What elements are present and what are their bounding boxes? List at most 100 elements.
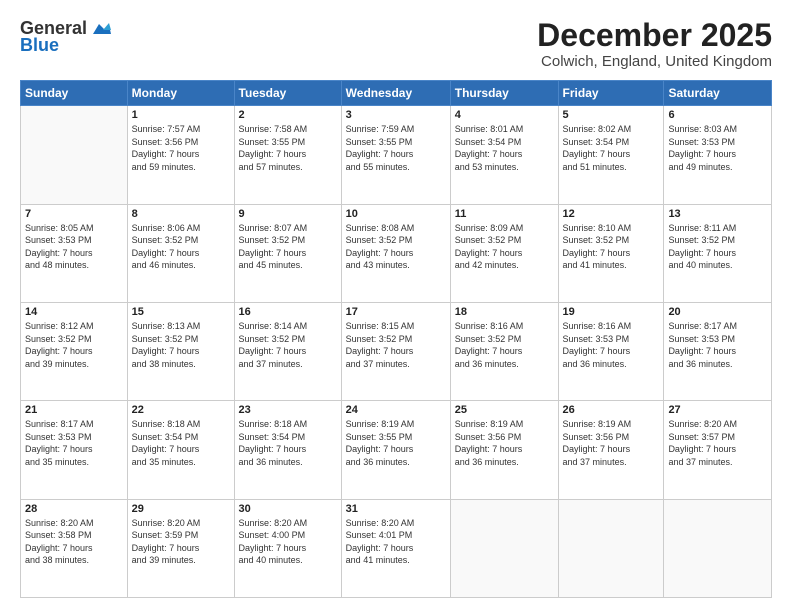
day-cell: 31 Sunrise: 8:20 AM Sunset: 4:01 PM Dayli… bbox=[341, 499, 450, 597]
day-cell: 3 Sunrise: 7:59 AM Sunset: 3:55 PM Daylig… bbox=[341, 106, 450, 204]
day-info: Sunrise: 8:03 AM Sunset: 3:53 PM Dayligh… bbox=[668, 123, 767, 173]
day-cell: 25Sunrise: 8:19 AM Sunset: 3:56 PM Dayli… bbox=[450, 401, 558, 499]
day-cell: 12 Sunrise: 8:10 AM Sunset: 3:52 PM Dayli… bbox=[558, 204, 664, 302]
day-info: Sunrise: 8:02 AM Sunset: 3:54 PM Dayligh… bbox=[563, 123, 660, 173]
day-cell bbox=[664, 499, 772, 597]
day-number: 16 bbox=[239, 306, 337, 318]
day-cell: 18 Sunrise: 8:16 AM Sunset: 3:52 PM Dayli… bbox=[450, 302, 558, 400]
day-info: Sunrise: 8:08 AM Sunset: 3:52 PM Dayligh… bbox=[346, 222, 446, 272]
calendar-table: SundayMondayTuesdayWednesdayThursdayFrid… bbox=[20, 80, 772, 598]
day-info: Sunrise: 8:14 AM Sunset: 3:52 PM Dayligh… bbox=[239, 320, 337, 370]
week-row-1: 7 Sunrise: 8:05 AM Sunset: 3:53 PM Daylig… bbox=[21, 204, 772, 302]
day-info: Sunrise: 8:05 AM Sunset: 3:53 PM Dayligh… bbox=[25, 222, 123, 272]
logo-icon bbox=[89, 20, 111, 38]
col-header-wednesday: Wednesday bbox=[341, 81, 450, 106]
day-number: 12 bbox=[563, 208, 660, 220]
col-header-thursday: Thursday bbox=[450, 81, 558, 106]
day-number: 20 bbox=[668, 306, 767, 318]
day-info: Sunrise: 8:20 AM Sunset: 3:58 PM Dayligh… bbox=[25, 517, 123, 567]
day-info: Sunrise: 8:19 AM Sunset: 3:56 PM Dayligh… bbox=[563, 418, 660, 468]
day-cell: 15 Sunrise: 8:13 AM Sunset: 3:52 PM Dayli… bbox=[127, 302, 234, 400]
day-cell: 24 Sunrise: 8:19 AM Sunset: 3:55 PM Dayli… bbox=[341, 401, 450, 499]
day-cell: 23 Sunrise: 8:18 AM Sunset: 3:54 PM Dayli… bbox=[234, 401, 341, 499]
week-row-2: 14 Sunrise: 8:12 AM Sunset: 3:52 PM Dayli… bbox=[21, 302, 772, 400]
col-header-monday: Monday bbox=[127, 81, 234, 106]
day-info: Sunrise: 8:20 AM Sunset: 4:00 PM Dayligh… bbox=[239, 517, 337, 567]
day-cell: 17Sunrise: 8:15 AM Sunset: 3:52 PM Dayli… bbox=[341, 302, 450, 400]
day-number: 21 bbox=[25, 404, 123, 416]
day-info: Sunrise: 8:16 AM Sunset: 3:52 PM Dayligh… bbox=[455, 320, 554, 370]
day-number: 27 bbox=[668, 404, 767, 416]
day-number: 23 bbox=[239, 404, 337, 416]
day-number: 3 bbox=[346, 109, 446, 121]
day-number: 25 bbox=[455, 404, 554, 416]
col-header-sunday: Sunday bbox=[21, 81, 128, 106]
day-cell: 8 Sunrise: 8:06 AM Sunset: 3:52 PM Daylig… bbox=[127, 204, 234, 302]
title-block: December 2025 Colwich, England, United K… bbox=[537, 18, 772, 70]
day-info: Sunrise: 8:20 AM Sunset: 3:57 PM Dayligh… bbox=[668, 418, 767, 468]
day-cell: 22Sunrise: 8:18 AM Sunset: 3:54 PM Dayli… bbox=[127, 401, 234, 499]
day-number: 4 bbox=[455, 109, 554, 121]
day-info: Sunrise: 8:16 AM Sunset: 3:53 PM Dayligh… bbox=[563, 320, 660, 370]
day-info: Sunrise: 7:59 AM Sunset: 3:55 PM Dayligh… bbox=[346, 123, 446, 173]
day-number: 26 bbox=[563, 404, 660, 416]
day-cell bbox=[450, 499, 558, 597]
day-number: 14 bbox=[25, 306, 123, 318]
day-number: 10 bbox=[346, 208, 446, 220]
day-cell: 26 Sunrise: 8:19 AM Sunset: 3:56 PM Dayli… bbox=[558, 401, 664, 499]
day-info: Sunrise: 8:12 AM Sunset: 3:52 PM Dayligh… bbox=[25, 320, 123, 370]
day-number: 7 bbox=[25, 208, 123, 220]
month-title: December 2025 bbox=[537, 18, 772, 53]
day-number: 6 bbox=[668, 109, 767, 121]
day-number: 18 bbox=[455, 306, 554, 318]
day-cell: 28 Sunrise: 8:20 AM Sunset: 3:58 PM Dayli… bbox=[21, 499, 128, 597]
day-number: 28 bbox=[25, 503, 123, 515]
day-number: 31 bbox=[346, 503, 446, 515]
day-number: 13 bbox=[668, 208, 767, 220]
day-cell: 21Sunrise: 8:17 AM Sunset: 3:53 PM Dayli… bbox=[21, 401, 128, 499]
day-info: Sunrise: 8:07 AM Sunset: 3:52 PM Dayligh… bbox=[239, 222, 337, 272]
day-cell: 11 Sunrise: 8:09 AM Sunset: 3:52 PM Dayli… bbox=[450, 204, 558, 302]
day-info: Sunrise: 8:13 AM Sunset: 3:52 PM Dayligh… bbox=[132, 320, 230, 370]
day-number: 24 bbox=[346, 404, 446, 416]
day-info: Sunrise: 8:15 AM Sunset: 3:52 PM Dayligh… bbox=[346, 320, 446, 370]
day-cell: 6 Sunrise: 8:03 AM Sunset: 3:53 PM Daylig… bbox=[664, 106, 772, 204]
day-info: Sunrise: 8:09 AM Sunset: 3:52 PM Dayligh… bbox=[455, 222, 554, 272]
day-cell: 16 Sunrise: 8:14 AM Sunset: 3:52 PM Dayli… bbox=[234, 302, 341, 400]
week-row-4: 28 Sunrise: 8:20 AM Sunset: 3:58 PM Dayli… bbox=[21, 499, 772, 597]
day-info: Sunrise: 8:19 AM Sunset: 3:55 PM Dayligh… bbox=[346, 418, 446, 468]
day-number: 19 bbox=[563, 306, 660, 318]
day-info: Sunrise: 7:57 AM Sunset: 3:56 PM Dayligh… bbox=[132, 123, 230, 173]
day-cell: 1 Sunrise: 7:57 AM Sunset: 3:56 PM Daylig… bbox=[127, 106, 234, 204]
day-cell: 9 Sunrise: 8:07 AM Sunset: 3:52 PM Daylig… bbox=[234, 204, 341, 302]
col-header-friday: Friday bbox=[558, 81, 664, 106]
day-number: 8 bbox=[132, 208, 230, 220]
day-number: 5 bbox=[563, 109, 660, 121]
header: General Blue December 2025 Colwich, Engl… bbox=[20, 18, 772, 70]
day-cell: 19 Sunrise: 8:16 AM Sunset: 3:53 PM Dayli… bbox=[558, 302, 664, 400]
day-cell: 4 Sunrise: 8:01 AM Sunset: 3:54 PM Daylig… bbox=[450, 106, 558, 204]
day-info: Sunrise: 8:11 AM Sunset: 3:52 PM Dayligh… bbox=[668, 222, 767, 272]
day-cell: 13 Sunrise: 8:11 AM Sunset: 3:52 PM Dayli… bbox=[664, 204, 772, 302]
day-cell: 5 Sunrise: 8:02 AM Sunset: 3:54 PM Daylig… bbox=[558, 106, 664, 204]
day-number: 30 bbox=[239, 503, 337, 515]
day-info: Sunrise: 8:06 AM Sunset: 3:52 PM Dayligh… bbox=[132, 222, 230, 272]
day-info: Sunrise: 8:20 AM Sunset: 3:59 PM Dayligh… bbox=[132, 517, 230, 567]
day-number: 9 bbox=[239, 208, 337, 220]
day-cell bbox=[558, 499, 664, 597]
day-info: Sunrise: 8:18 AM Sunset: 3:54 PM Dayligh… bbox=[239, 418, 337, 468]
day-cell: 14 Sunrise: 8:12 AM Sunset: 3:52 PM Dayli… bbox=[21, 302, 128, 400]
day-number: 1 bbox=[132, 109, 230, 121]
day-cell: 30 Sunrise: 8:20 AM Sunset: 4:00 PM Dayli… bbox=[234, 499, 341, 597]
day-cell: 29Sunrise: 8:20 AM Sunset: 3:59 PM Dayli… bbox=[127, 499, 234, 597]
day-cell: 7 Sunrise: 8:05 AM Sunset: 3:53 PM Daylig… bbox=[21, 204, 128, 302]
day-info: Sunrise: 8:01 AM Sunset: 3:54 PM Dayligh… bbox=[455, 123, 554, 173]
day-info: Sunrise: 8:10 AM Sunset: 3:52 PM Dayligh… bbox=[563, 222, 660, 272]
day-info: Sunrise: 8:17 AM Sunset: 3:53 PM Dayligh… bbox=[668, 320, 767, 370]
day-number: 15 bbox=[132, 306, 230, 318]
day-info: Sunrise: 7:58 AM Sunset: 3:55 PM Dayligh… bbox=[239, 123, 337, 173]
location: Colwich, England, United Kingdom bbox=[537, 53, 772, 70]
day-cell: 27 Sunrise: 8:20 AM Sunset: 3:57 PM Dayli… bbox=[664, 401, 772, 499]
day-number: 11 bbox=[455, 208, 554, 220]
day-info: Sunrise: 8:20 AM Sunset: 4:01 PM Dayligh… bbox=[346, 517, 446, 567]
